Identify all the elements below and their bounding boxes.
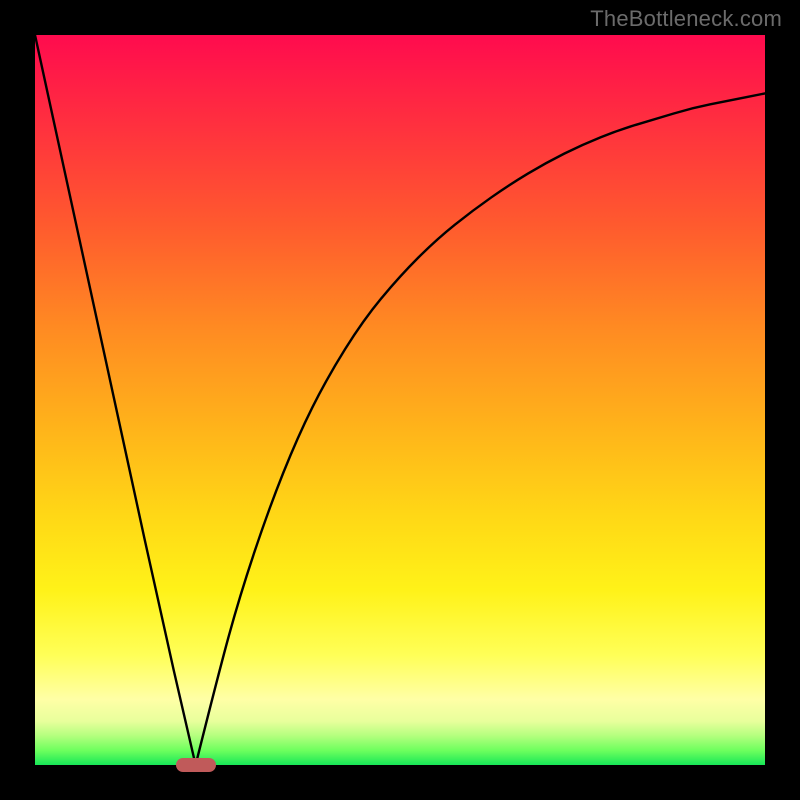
vertex-marker: [176, 758, 216, 772]
curve-left-branch: [35, 35, 196, 765]
curve-right-branch: [196, 93, 765, 765]
chart-frame: TheBottleneck.com: [0, 0, 800, 800]
watermark-text: TheBottleneck.com: [590, 6, 782, 32]
bottleneck-curve: [35, 35, 765, 765]
plot-area: [35, 35, 765, 765]
